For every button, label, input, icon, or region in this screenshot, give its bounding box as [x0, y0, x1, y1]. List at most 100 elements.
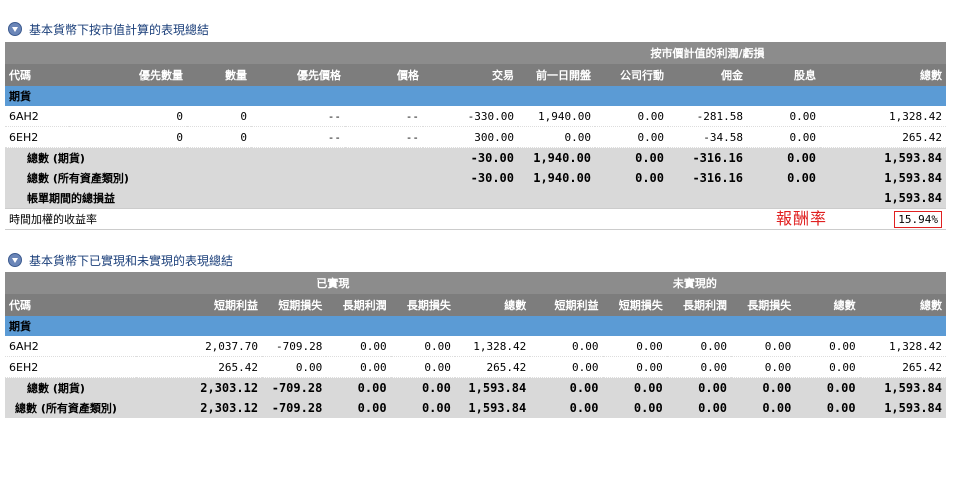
category-label: 期貨 [5, 86, 947, 106]
cell: 0.00 [747, 126, 821, 148]
cell: -709.28 [262, 398, 327, 418]
col-lt-loss-u: 長期損失 [731, 294, 796, 316]
total-label: 總數 (所有資產類別) [5, 398, 136, 418]
col-grand-total: 總數 [859, 294, 946, 316]
total-label: 總數 (期貨) [5, 147, 423, 168]
cell: 2,303.12 [135, 398, 263, 418]
cell: 0 [187, 126, 251, 148]
cell: -34.58 [668, 126, 748, 148]
cell: -30.00 [423, 147, 518, 168]
cell: 0.00 [731, 398, 796, 418]
category-label: 期貨 [5, 316, 946, 336]
cell: 0.00 [731, 336, 796, 357]
chevron-down-circle-icon[interactable] [8, 22, 22, 36]
group-label-unrealized: 未實現的 [530, 272, 860, 294]
cell: 0.00 [666, 377, 732, 398]
twr-label: 時間加權的收益率 [5, 208, 821, 230]
category-row: 期貨 [5, 316, 946, 336]
cell: 0.00 [530, 377, 603, 398]
cell: 1,940.00 [518, 106, 596, 127]
col-lt-profit-u: 長期利潤 [666, 294, 732, 316]
section1-title: 基本貨幣下按市值計算的表現總結 [29, 22, 210, 37]
col-qty: 數量 [187, 64, 251, 86]
cell: 1,940.00 [518, 168, 596, 188]
cell: -330.00 [423, 106, 518, 127]
cell: 1,593.84 [859, 398, 946, 418]
cell: 0.00 [326, 336, 391, 357]
cell: 265.42 [820, 126, 947, 148]
total-all-row: 總數 (所有資產類別) -30.00 1,940.00 0.00 -316.16… [5, 168, 947, 188]
cell: 0.00 [595, 168, 669, 188]
cell: 0.00 [795, 336, 860, 357]
cell: 0 [69, 106, 187, 127]
table-row: 6EH2 0 0 -- -- 300.00 0.00 0.00 -34.58 0… [5, 126, 947, 148]
cell: 0.00 [602, 398, 667, 418]
cell-symbol: 6EH2 [5, 126, 69, 148]
cell: 265.42 [454, 356, 531, 378]
cell: 1,328.42 [820, 106, 947, 127]
group-label-mtm: 按市價計值的利潤/虧損 [595, 42, 821, 64]
col-trade: 交易 [423, 64, 518, 86]
col-commission: 佣金 [668, 64, 748, 86]
section2-header[interactable]: 基本貨幣下已實現和未實現的表現總結 [8, 251, 233, 269]
cell: -- [345, 106, 423, 127]
chevron-down-circle-icon[interactable] [8, 253, 22, 267]
cell: 1,940.00 [518, 147, 596, 168]
cell: 0.00 [602, 356, 667, 378]
col-price: 價格 [345, 64, 423, 86]
cell: 1,593.84 [454, 398, 531, 418]
total-label: 總數 (期貨) [5, 377, 136, 398]
cell: 265.42 [135, 356, 263, 378]
cell: 0.00 [595, 147, 669, 168]
cell: 0.00 [390, 356, 455, 378]
cell: 0.00 [747, 147, 821, 168]
col-corp-action: 公司行動 [595, 64, 669, 86]
section1-header[interactable]: 基本貨幣下按市值計算的表現總結 [8, 20, 209, 38]
cell: 0.00 [602, 377, 667, 398]
mtm-summary-table: 按市價計值的利潤/虧損 代碼 優先數量 數量 優先價格 價格 交易 前一日開盤 … [5, 42, 947, 230]
col-lt-loss: 長期損失 [390, 294, 455, 316]
cell-symbol: 6AH2 [5, 336, 136, 357]
cell: 1,593.84 [820, 147, 947, 168]
table-row: 6AH2 2,037.70 -709.28 0.00 0.00 1,328.42… [5, 336, 946, 357]
cell: -- [251, 106, 345, 127]
col-st-loss-u: 短期損失 [602, 294, 667, 316]
col-unrealized-total: 總數 [795, 294, 860, 316]
cell: 0 [69, 126, 187, 148]
period-total-value: 1,593.84 [820, 188, 947, 209]
col-prior-qty: 優先數量 [69, 64, 187, 86]
cell: 0.00 [666, 336, 732, 357]
section2-title: 基本貨幣下已實現和未實現的表現總結 [29, 253, 234, 268]
cell: 0.00 [731, 356, 796, 378]
total-futures-row: 總數 (期貨) 2,303.12 -709.28 0.00 0.00 1,593… [5, 377, 946, 398]
group-label-realized: 已實現 [135, 272, 531, 294]
cell-symbol: 6AH2 [5, 106, 69, 127]
cell: 1,328.42 [859, 336, 946, 357]
col-symbol: 代碼 [5, 294, 136, 316]
col-prior-price: 優先價格 [251, 64, 345, 86]
total-label: 總數 (所有資產類別) [5, 168, 423, 188]
cell: 0.00 [518, 126, 596, 148]
table-row: 6EH2 265.42 0.00 0.00 0.00 265.42 0.00 0… [5, 356, 946, 378]
col-symbol: 代碼 [5, 64, 69, 86]
cell: -316.16 [668, 147, 748, 168]
column-header-row: 代碼 優先數量 數量 優先價格 價格 交易 前一日開盤 公司行動 佣金 股息 總… [5, 64, 947, 86]
cell: -- [345, 126, 423, 148]
cell: 0.00 [390, 377, 455, 398]
cell: 1,593.84 [859, 377, 946, 398]
cell: 0.00 [602, 336, 667, 357]
cell: 0.00 [795, 377, 860, 398]
cell: 300.00 [423, 126, 518, 148]
col-realized-total: 總數 [454, 294, 531, 316]
col-st-loss: 短期損失 [262, 294, 327, 316]
group-header-row: 已實現 未實現的 [5, 272, 946, 294]
cell: 0.00 [795, 398, 860, 418]
cell: 0.00 [326, 398, 391, 418]
cell: 0.00 [595, 106, 669, 127]
cell: 0.00 [731, 377, 796, 398]
cell: 0 [187, 106, 251, 127]
cell: 265.42 [859, 356, 946, 378]
cell: 0.00 [595, 126, 669, 148]
cell: 0.00 [666, 398, 732, 418]
col-st-profit: 短期利益 [135, 294, 263, 316]
